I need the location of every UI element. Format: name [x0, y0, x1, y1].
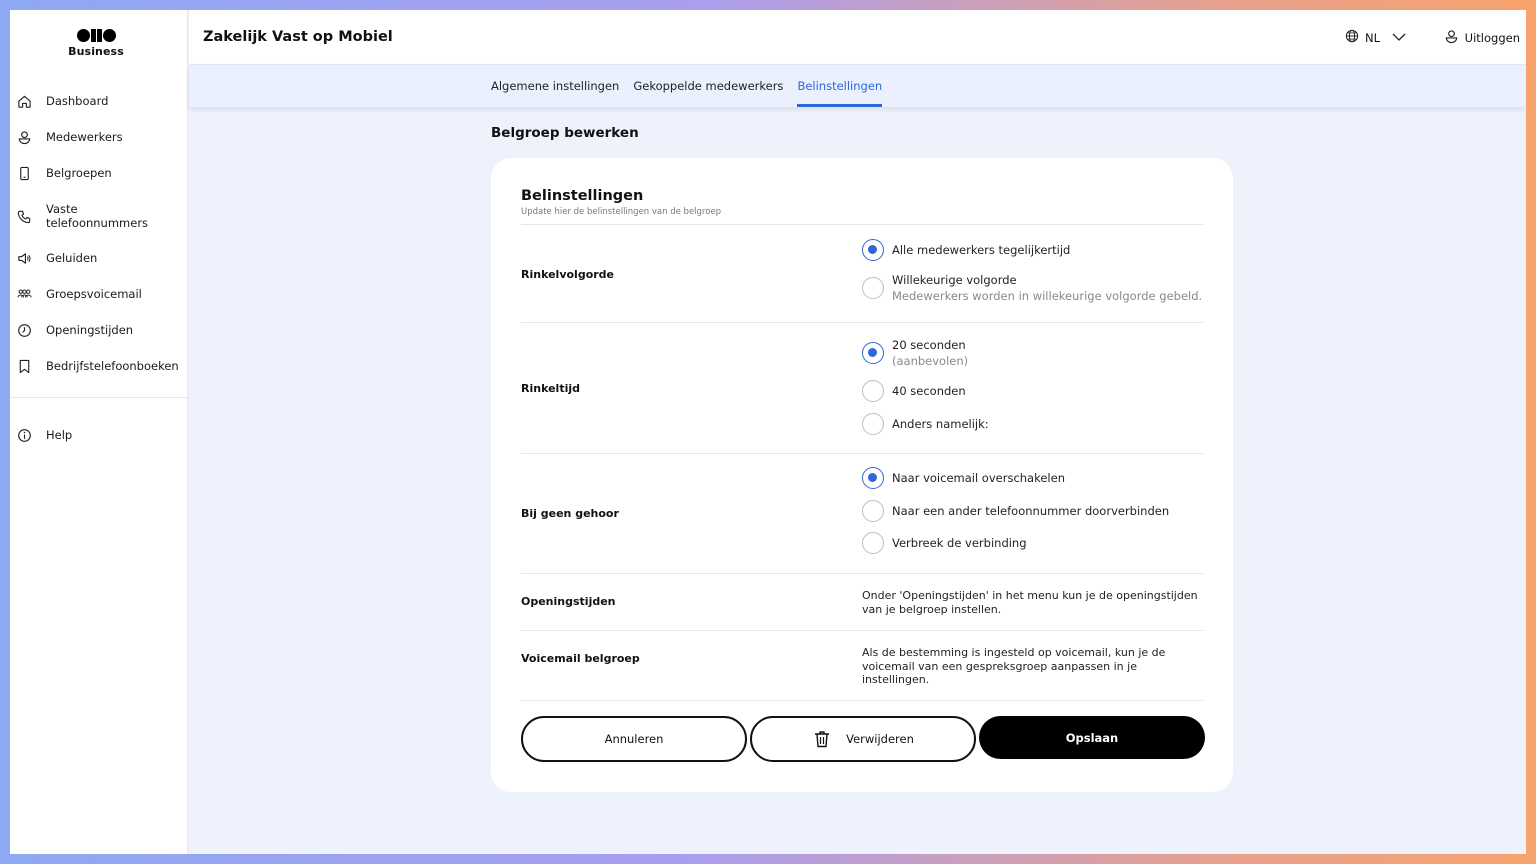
sidebar-item-bedrijfstelefoonboeken[interactable]: Bedrijfstelefoonboeken [10, 355, 188, 391]
option-label: Willekeurige volgorde [892, 273, 1017, 287]
app-title: Zakelijk Vast op Mobiel [203, 29, 393, 45]
settings-card: Belinstellingen Update hier de belinstel… [491, 158, 1233, 792]
sidebar-item-label: Bedrijfstelefoonboeken [46, 359, 179, 373]
page-title: Belgroep bewerken [491, 125, 639, 141]
sidebar-help: Help [10, 424, 188, 460]
phone-device-icon [16, 165, 32, 181]
divider [521, 453, 1203, 454]
option-label: Naar voicemail overschakelen [892, 471, 1065, 485]
odido-logo-mark [68, 28, 124, 42]
card-title: Belinstellingen [521, 188, 644, 204]
save-label: Opslaan [1065, 730, 1119, 745]
info-icon [16, 427, 32, 443]
option-willekeurig: Willekeurige volgorde Medewerkers worden… [892, 273, 1202, 304]
tab-algemene-instellingen[interactable]: Algemene instellingen [491, 65, 619, 107]
cancel-label: Annuleren [604, 732, 664, 746]
radio-40-seconden[interactable] [862, 380, 884, 402]
sidebar-item-label: Medewerkers [46, 130, 123, 144]
rinkeltijd-label: Rinkeltijd [521, 382, 580, 395]
logo-text: Business [68, 45, 124, 58]
sidebar-item-help[interactable]: Help [10, 424, 188, 460]
rinkelvolgorde-label: Rinkelvolgorde [521, 268, 615, 281]
group-icon [16, 286, 32, 302]
sidebar-item-label: Openingstijden [46, 323, 134, 337]
sidebar-item-openingstijden[interactable]: Openingstijden [10, 319, 188, 355]
radio-anders-namelijk[interactable] [862, 413, 884, 435]
save-button[interactable]: Opslaan [979, 716, 1205, 759]
voicemail-info: Als de bestemming is ingesteld op voicem… [862, 646, 1166, 686]
card-subtitle: Update hier de belinstellingen van de be… [521, 207, 722, 217]
logout-label: Uitloggen [1464, 31, 1520, 45]
delete-label: Verwijderen [846, 732, 914, 746]
option-20-seconden: 20 seconden (aanbevolen) [892, 338, 968, 369]
phone-handset-icon [16, 208, 32, 224]
speaker-icon [16, 250, 32, 266]
radio-doorverbinden[interactable] [862, 500, 884, 522]
sidebar-item-vaste-telefoonnummers[interactable]: Vaste telefoonnummers [10, 198, 188, 247]
option-label: Alle medewerkers tegelijkertijd [892, 243, 1071, 257]
openingstijden-label: Openingstijden [521, 595, 616, 608]
divider [521, 700, 1203, 701]
language-label: NL [1364, 30, 1380, 45]
logout-button[interactable]: Uitloggen [1444, 29, 1520, 47]
sidebar-item-label: Dashboard [46, 94, 109, 108]
sidebar-item-medewerkers[interactable]: Medewerkers [10, 126, 188, 162]
globe-icon [1345, 29, 1359, 46]
sidebar-item-label: Geluiden [46, 251, 98, 265]
divider [521, 630, 1203, 631]
sidebar-item-label: Groepsvoicemail [46, 287, 142, 301]
sidebar-item-label: Vaste telefoonnummers [46, 202, 149, 230]
top-header: Zakelijk Vast op Mobiel NL Uitloggen [189, 10, 1526, 65]
sidebar: Business Dashboard Medewerkers Belgroepe… [10, 10, 188, 854]
divider [521, 322, 1203, 323]
tabs: Algemene instellingen Gekoppelde medewer… [491, 65, 883, 107]
clock-icon [16, 322, 32, 338]
logo[interactable]: Business [68, 28, 124, 58]
tab-gekoppelde-medewerkers[interactable]: Gekoppelde medewerkers [633, 65, 783, 107]
voicemail-label: Voicemail belgroep [521, 652, 640, 665]
user-logout-icon [1444, 29, 1459, 47]
language-selector[interactable]: NL [1345, 29, 1406, 46]
delete-button[interactable]: Verwijderen [750, 716, 976, 762]
option-label: Verbreek de verbinding [892, 536, 1027, 550]
chevron-down-icon [1392, 31, 1406, 45]
option-label: Anders namelijk: [892, 417, 989, 431]
radio-voicemail[interactable] [862, 467, 884, 489]
option-sublabel: (aanbevolen) [892, 354, 969, 368]
option-label: Naar een ander telefoonnummer doorverbin… [892, 504, 1170, 518]
radio-alle-medewerkers[interactable] [862, 239, 884, 261]
sidebar-divider [10, 397, 188, 398]
tab-belinstellingen[interactable]: Belinstellingen [797, 65, 883, 107]
sidebar-item-groepsvoicemail[interactable]: Groepsvoicemail [10, 283, 188, 319]
radio-willekeurige-volgorde[interactable] [862, 277, 884, 299]
sidebar-item-dashboard[interactable]: Dashboard [10, 90, 188, 126]
option-sublabel: Medewerkers worden in willekeurige volgo… [892, 289, 1203, 303]
user-icon [16, 129, 32, 145]
divider [521, 224, 1203, 225]
geen-gehoor-label: Bij geen gehoor [521, 507, 619, 520]
sidebar-nav: Dashboard Medewerkers Belgroepen Vaste t… [10, 90, 188, 391]
home-icon [16, 93, 32, 109]
option-label: 40 seconden [892, 384, 966, 398]
radio-20-seconden[interactable] [862, 342, 884, 364]
divider [521, 573, 1203, 574]
tab-bar: Algemene instellingen Gekoppelde medewer… [189, 65, 1526, 107]
sidebar-item-label: Belgroepen [46, 166, 112, 180]
option-label: 20 seconden [892, 338, 966, 352]
radio-verbreek[interactable] [862, 532, 884, 554]
openingstijden-info: Onder 'Openingstijden' in het menu kun j… [862, 589, 1198, 616]
sidebar-item-label: Help [46, 428, 73, 442]
app-window: Business Dashboard Medewerkers Belgroepe… [10, 10, 1526, 854]
cancel-button[interactable]: Annuleren [521, 716, 747, 762]
bookmark-icon [16, 358, 32, 374]
sidebar-item-belgroepen[interactable]: Belgroepen [10, 162, 188, 198]
sidebar-item-geluiden[interactable]: Geluiden [10, 247, 188, 283]
trash-icon [812, 729, 832, 749]
